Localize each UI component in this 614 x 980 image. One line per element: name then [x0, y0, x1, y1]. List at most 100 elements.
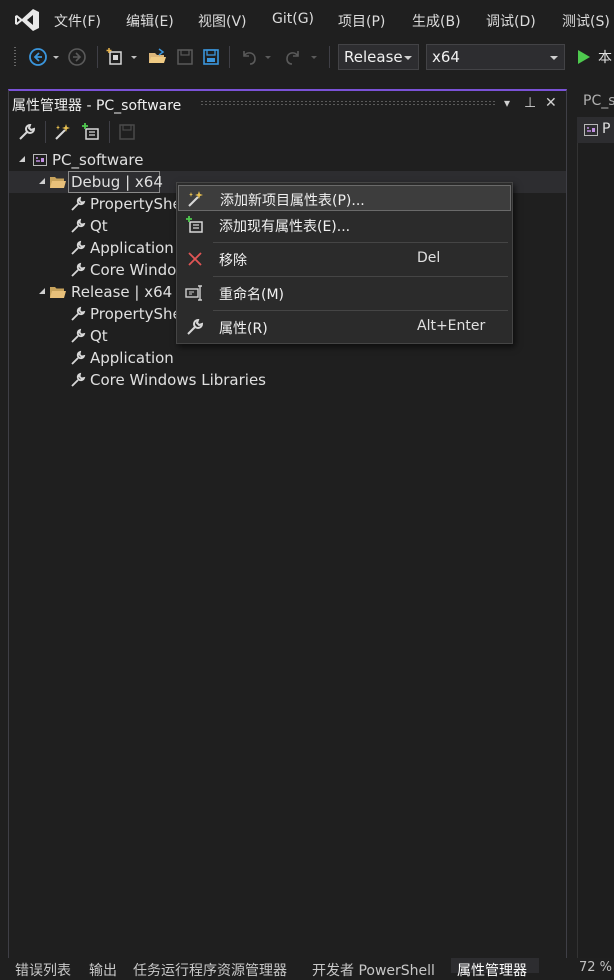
open-folder-icon[interactable]: [147, 47, 167, 67]
release-group-label: Release | x64: [71, 283, 173, 301]
project-icon: [33, 154, 47, 166]
menu-view[interactable]: 视图(V): [198, 11, 247, 31]
tab-error-list[interactable]: 错误列表: [15, 960, 71, 980]
new-project-icon[interactable]: [106, 47, 126, 67]
toolbar-separator: [97, 46, 98, 68]
save-icon[interactable]: [175, 47, 195, 67]
item-label: Application: [90, 239, 174, 257]
save-icon[interactable]: [117, 122, 137, 142]
navigate-forward-icon[interactable]: [67, 47, 87, 67]
tree-node-application[interactable]: Application: [68, 237, 188, 259]
menu-properties[interactable]: 属性(R) Alt+Enter: [178, 314, 511, 340]
save-all-icon[interactable]: [201, 47, 221, 67]
tab-property-manager[interactable]: 属性管理器: [457, 960, 527, 980]
panel-options-button[interactable]: ▾: [504, 96, 510, 110]
redo-icon[interactable]: [283, 47, 303, 67]
add-existing-property-sheet-icon: [186, 216, 203, 233]
menu-add-new-property-sheet[interactable]: 添加新项目属性表(P)...: [178, 185, 511, 211]
wrench-icon: [71, 196, 86, 211]
platform-select[interactable]: x64: [426, 44, 565, 70]
tab-developer-powershell[interactable]: 开发者 PowerShell: [312, 960, 435, 980]
chevron-down-icon[interactable]: [309, 47, 319, 67]
tree-node-qt[interactable]: Qt: [68, 215, 188, 237]
menu-separator: [213, 310, 508, 311]
wrench-icon: [71, 328, 86, 343]
item-label: PropertySheet: [90, 305, 188, 323]
document-tab-label[interactable]: PC_s: [583, 93, 614, 109]
add-new-property-sheet-icon[interactable]: [53, 122, 73, 142]
platform-value: x64: [432, 48, 460, 66]
chevron-down-icon[interactable]: [129, 47, 139, 67]
tab-output[interactable]: 输出: [89, 960, 117, 980]
tab-task-runner-explorer[interactable]: 任务运行程序资源管理器: [133, 960, 287, 980]
debug-group-label: Debug | x64: [71, 173, 163, 191]
tree-node-core-windows-libraries[interactable]: Core Windows Libraries: [68, 369, 328, 391]
expanded-triangle-icon[interactable]: [38, 177, 46, 185]
start-debug-label[interactable]: 本: [598, 47, 612, 67]
add-existing-property-sheet-icon[interactable]: [81, 122, 101, 142]
chevron-down-icon: [550, 56, 558, 60]
item-label: Qt: [90, 217, 108, 235]
wrench-icon: [187, 318, 204, 335]
item-label: PropertySheet: [90, 195, 188, 213]
toolbar-grip[interactable]: [13, 46, 17, 68]
expanded-triangle-icon[interactable]: [38, 287, 46, 295]
pin-icon[interactable]: ⊥: [524, 95, 536, 111]
toolbar-separator: [45, 121, 46, 143]
menu-label: 添加现有属性表(E)...: [219, 219, 351, 235]
tree-node-propertysheet[interactable]: PropertySheet: [68, 193, 188, 215]
menu-label: 重命名(M): [219, 287, 285, 303]
item-label: Core Windows Libraries: [90, 371, 266, 389]
item-label: Application: [90, 349, 174, 367]
wrench-icon: [71, 306, 86, 321]
close-icon[interactable]: ✕: [545, 95, 557, 111]
visual-studio-logo-icon[interactable]: [14, 8, 40, 32]
panel-title-grip[interactable]: [200, 100, 495, 106]
expanded-triangle-icon[interactable]: [18, 155, 26, 163]
menu-file[interactable]: 文件(F): [54, 11, 101, 31]
wrench-icon: [71, 240, 86, 255]
menu-edit[interactable]: 编辑(E): [126, 11, 174, 31]
property-page-icon: [584, 124, 598, 136]
panel-title: 属性管理器 - PC_software: [12, 98, 182, 114]
document-editor[interactable]: [577, 143, 614, 958]
document-subtab[interactable]: P: [577, 117, 614, 143]
project-label: PC_software: [52, 151, 144, 169]
menu-remove[interactable]: 移除 Del: [178, 246, 511, 272]
tree-node-core-windows-libraries[interactable]: Core Windows Libraries: [68, 259, 188, 281]
menu-label: 移除: [219, 253, 247, 269]
item-label: Qt: [90, 327, 108, 345]
menu-git[interactable]: Git(G): [272, 11, 314, 27]
undo-icon[interactable]: [239, 47, 259, 67]
menu-add-existing-property-sheet[interactable]: 添加现有属性表(E)...: [178, 212, 511, 238]
wrench-icon: [71, 262, 86, 277]
wrench-icon: [71, 218, 86, 233]
menu-separator: [213, 242, 508, 243]
open-folder-icon: [50, 177, 66, 188]
context-menu: 添加新项目属性表(P)... 添加现有属性表(E)... 移除 Del 重命名(…: [176, 182, 513, 344]
toolbar-separator: [109, 121, 110, 143]
wrench-icon: [71, 372, 86, 387]
tree-node-application[interactable]: Application: [68, 347, 288, 369]
remove-x-icon: [188, 252, 202, 266]
wrench-icon: [71, 350, 86, 365]
configuration-select[interactable]: Release: [338, 44, 419, 70]
configuration-value: Release: [344, 48, 403, 66]
menu-rename[interactable]: 重命名(M): [178, 280, 511, 306]
properties-wrench-icon[interactable]: [17, 122, 37, 142]
item-label: Core Windows Libraries: [90, 261, 188, 279]
tree-node-project[interactable]: PC_software: [16, 149, 216, 171]
navigate-back-icon[interactable]: [28, 47, 48, 67]
start-debug-icon[interactable]: [574, 47, 594, 67]
chevron-down-icon[interactable]: [51, 47, 61, 67]
document-subtab-label: P: [602, 121, 611, 137]
menu-shortcut: Del: [417, 250, 441, 266]
menu-debug[interactable]: 调试(D): [486, 11, 536, 31]
chevron-down-icon[interactable]: [263, 47, 273, 67]
menu-build[interactable]: 生成(B): [412, 11, 461, 31]
toolbar-separator: [329, 46, 330, 68]
menu-project[interactable]: 项目(P): [338, 11, 385, 31]
open-folder-icon: [50, 287, 66, 298]
menu-test[interactable]: 测试(S): [562, 11, 610, 31]
tree-node-propertysheet[interactable]: PropertySheet: [68, 303, 188, 325]
